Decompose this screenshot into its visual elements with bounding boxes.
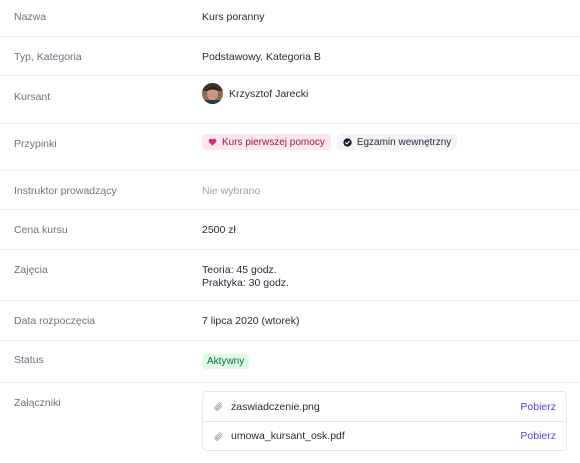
student-link[interactable]: Krzysztof Jarecki <box>202 83 580 104</box>
attachment-filename: zaswiadczenie.png <box>231 400 320 413</box>
row-classes: Zajęcia Teoria: 45 godz. Praktyka: 30 go… <box>0 250 580 301</box>
type-value: Podstawowy, Kategoria B <box>202 51 321 63</box>
classes-label: Zajęcia <box>14 264 48 276</box>
start-date-label: Data rozpoczęcia <box>14 315 96 327</box>
classes-practice: Praktyka: 30 godz. <box>202 277 289 289</box>
attachment-filename: umowa_kursant_osk.pdf <box>231 430 345 442</box>
attachment-item: umowa_kursant_osk.pdf Pobierz <box>203 421 566 450</box>
paperclip-icon <box>213 431 223 442</box>
status-label: Status <box>14 354 44 366</box>
classes-theory: Teoria: 45 godz. <box>202 264 277 276</box>
pin-internal-exam-label: Egzamin wewnętrzny <box>356 136 452 148</box>
attachments-list: zaswiadczenie.png Pobierz umowa_kursant_… <box>202 391 567 451</box>
instructor-label: Instruktor prowadzący <box>14 185 117 197</box>
row-start-date: Data rozpoczęcia 7 lipca 2020 (wtorek) <box>0 301 580 341</box>
row-attachments: Załączniki zaswiadczenie.png Pobierz umo… <box>0 383 580 463</box>
row-status: Status Aktywny <box>0 341 580 383</box>
pin-first-aid[interactable]: Kurs pierwszej pomocy <box>202 134 331 150</box>
attachment-item: zaswiadczenie.png Pobierz <box>203 392 566 421</box>
download-link[interactable]: Pobierz <box>520 430 556 442</box>
pin-internal-exam[interactable]: Egzamin wewnętrzny <box>336 134 458 150</box>
price-value: 2500 zł <box>202 224 236 236</box>
download-link[interactable]: Pobierz <box>520 401 556 413</box>
row-name: Nazwa Kurs poranny <box>0 0 580 37</box>
type-label: Typ, Kategoria <box>14 51 82 63</box>
instructor-value: Nie wybrano <box>202 185 261 197</box>
course-details: Nazwa Kurs poranny Typ, Kategoria Podsta… <box>0 0 580 463</box>
row-instructor: Instruktor prowadzący Nie wybrano <box>0 171 580 210</box>
attachments-label: Załączniki <box>14 397 61 409</box>
check-circle-icon <box>343 137 352 147</box>
status-badge: Aktywny <box>202 354 250 369</box>
pin-first-aid-label: Kurs pierwszej pomocy <box>222 136 325 148</box>
row-price: Cena kursu 2500 zł <box>0 210 580 250</box>
avatar <box>202 83 223 104</box>
heart-icon <box>208 138 217 146</box>
pins-label: Przypinki <box>14 138 57 150</box>
name-value: Kurs poranny <box>202 11 265 23</box>
student-label: Kursant <box>14 91 51 103</box>
row-student: Kursant Krzysztof Jarecki <box>0 76 580 124</box>
start-date-value: 7 lipca 2020 (wtorek) <box>202 315 300 327</box>
student-name: Krzysztof Jarecki <box>229 87 309 100</box>
row-type-category: Typ, Kategoria Podstawowy, Kategoria B <box>0 37 580 76</box>
row-pins: Przypinki Kurs pierwszej pomocy Egzamin … <box>0 124 580 171</box>
price-label: Cena kursu <box>14 224 68 236</box>
paperclip-icon <box>213 401 223 412</box>
name-label: Nazwa <box>14 11 47 23</box>
